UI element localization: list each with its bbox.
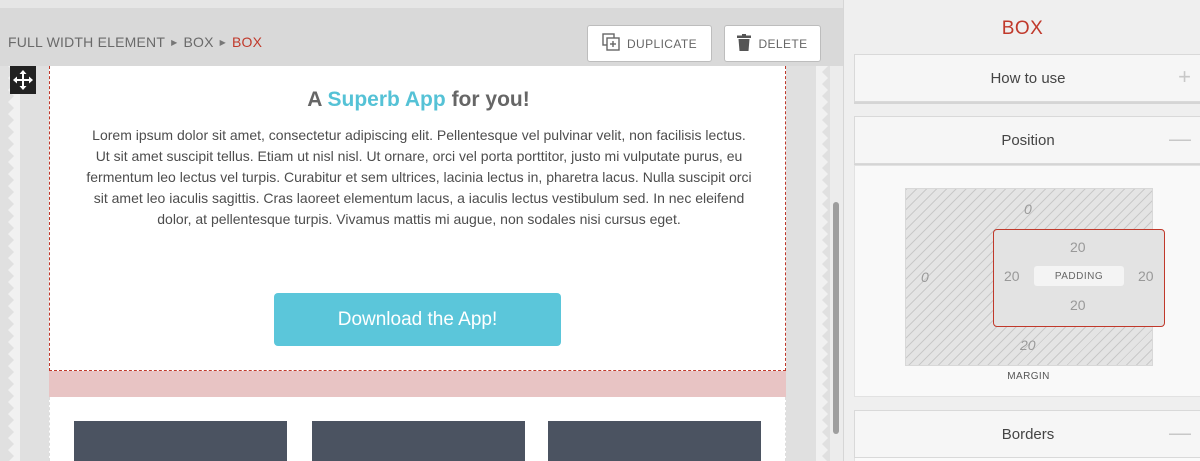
- accordion-label: How to use: [990, 69, 1066, 87]
- headline-highlight: Superb App: [327, 88, 446, 111]
- zigzag-edge-right: [816, 66, 828, 461]
- breadcrumb: FULL WIDTH ELEMENT ▶ BOX ▶ BOX: [8, 34, 262, 50]
- trash-icon: [737, 33, 752, 54]
- plus-icon[interactable]: +: [1178, 66, 1191, 88]
- dark-column-block[interactable]: [74, 421, 287, 461]
- move-icon[interactable]: [10, 66, 36, 94]
- breadcrumb-item-full-width[interactable]: FULL WIDTH ELEMENT: [8, 34, 165, 50]
- breadcrumb-current: BOX: [232, 34, 263, 50]
- breadcrumb-item-box[interactable]: BOX: [183, 34, 213, 50]
- accordion-label: Position: [1001, 131, 1055, 149]
- selected-box[interactable]: A Superb App for you! Lorem ipsum dolor …: [49, 66, 786, 371]
- accordion-how-to-use[interactable]: How to use +: [854, 54, 1200, 102]
- dark-column-block[interactable]: [548, 421, 761, 461]
- editor-area: FULL WIDTH ELEMENT ▶ BOX ▶ BOX DUPLICATE: [0, 0, 843, 461]
- padding-label: PADDING: [1034, 266, 1124, 286]
- properties-panel: BOX How to use + Position — 0 0 20 0 20 …: [843, 0, 1200, 461]
- headline-suffix: for you!: [451, 88, 530, 111]
- position-editor: 0 0 20 0 20 20 20 20 PADDING MARGIN: [854, 165, 1200, 397]
- email-content-column: A Superb App for you! Lorem ipsum dolor …: [49, 66, 786, 461]
- editor-toolbar: FULL WIDTH ELEMENT ▶ BOX ▶ BOX DUPLICATE: [0, 8, 843, 66]
- minus-icon[interactable]: —: [1169, 422, 1191, 444]
- padding-box: 20 20 20 20 PADDING: [993, 229, 1165, 327]
- accordion-position[interactable]: Position —: [854, 116, 1200, 164]
- padding-top-input[interactable]: 20: [1070, 239, 1086, 255]
- duplicate-button[interactable]: DUPLICATE: [587, 25, 712, 62]
- scrollbar-track[interactable]: [830, 66, 843, 461]
- panel-title: BOX: [1001, 18, 1044, 39]
- margin-box: 0 0 20 0 20 20 20 20 PADDING: [905, 188, 1165, 366]
- duplicate-icon: [602, 33, 620, 54]
- padding-indicator: [49, 371, 786, 397]
- delete-label: DELETE: [758, 36, 808, 51]
- download-app-button[interactable]: Download the App!: [274, 293, 561, 346]
- margin-bottom-input[interactable]: 20: [1020, 337, 1036, 353]
- zigzag-edge-left: [8, 66, 20, 461]
- margin-left-input[interactable]: 0: [921, 269, 929, 285]
- padding-right-input[interactable]: 20: [1138, 268, 1154, 284]
- margin-top-input[interactable]: 0: [1024, 201, 1032, 217]
- breadcrumb-separator-icon: ▶: [219, 38, 226, 47]
- padding-left-input[interactable]: 20: [1004, 268, 1020, 284]
- margin-label: MARGIN: [1007, 371, 1050, 382]
- breadcrumb-separator-icon: ▶: [171, 38, 178, 47]
- delete-button[interactable]: DELETE: [724, 25, 821, 62]
- content-body-text[interactable]: Lorem ipsum dolor sit amet, consectetur …: [84, 125, 754, 230]
- accordion-label: Borders: [1001, 425, 1055, 443]
- minus-icon[interactable]: —: [1169, 128, 1191, 150]
- headline-prefix: A: [307, 88, 322, 111]
- dark-column-block[interactable]: [312, 421, 525, 461]
- content-headline[interactable]: A Superb App for you!: [50, 88, 787, 112]
- scrollbar-thumb[interactable]: [833, 202, 839, 434]
- padding-bottom-input[interactable]: 20: [1070, 297, 1086, 313]
- accordion-borders[interactable]: Borders —: [854, 410, 1200, 458]
- next-box[interactable]: [49, 397, 786, 461]
- duplicate-label: DUPLICATE: [626, 36, 698, 51]
